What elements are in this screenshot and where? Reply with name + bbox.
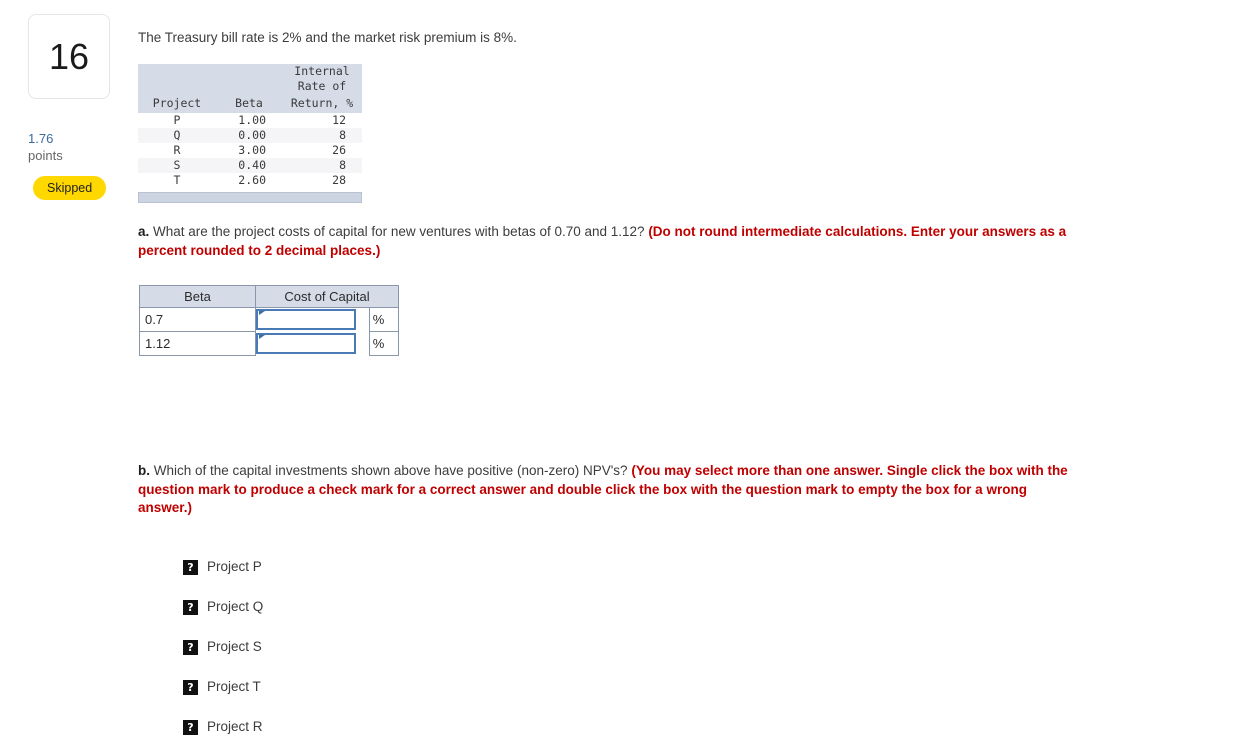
cost-of-capital-input-2[interactable] [256,333,356,354]
coc-percent-symbol: % [368,307,400,332]
cell-project: R [173,143,181,157]
table-row: P 1.00 12 [138,113,362,128]
project-data-table-head: Internal Rate of Project Beta Return, % [138,64,362,113]
header-spacer-4 [216,79,282,94]
list-item[interactable]: ? Project P [183,553,413,581]
question-sidebar: 16 1.76 points Skipped [0,0,130,755]
cell-irr: 26 [332,143,346,157]
coc-input-cell [255,307,370,332]
header-spacer-2 [216,64,282,79]
cell-beta: 1.00 [238,113,266,127]
table-row: T 2.60 28 [138,173,362,188]
question-a-body: What are the project costs of capital fo… [149,224,649,239]
cell-irr: 28 [332,173,346,187]
cell-project: T [173,173,181,187]
question-mark-icon[interactable]: ? [183,719,198,735]
points-value: 1.76 [28,131,54,146]
question-mark-icon[interactable]: ? [183,679,198,695]
header-beta: Beta [216,94,282,113]
header-irr-line3: Return, % [282,94,362,113]
option-label: Project R [207,719,263,734]
header-irr-line2: Rate of [282,79,362,94]
cell-beta: 0.00 [216,128,282,143]
header-irr-line1: Internal [282,64,362,79]
coc-beta-value: 1.12 [139,331,256,356]
question-b-label: b. [138,463,150,478]
option-label: Project T [207,679,261,694]
list-item[interactable]: ? Project Q [183,593,413,621]
option-label: Project S [207,639,262,654]
cell-beta: 0.40 [216,158,282,173]
question-a-text: a. What are the project costs of capital… [138,223,1083,260]
table-footer-bar [138,192,362,203]
project-options-list: ? Project P ? Project Q ? Project S ? Pr… [183,553,413,753]
points-label: points [28,148,63,163]
question-a-label: a. [138,224,150,239]
header-spacer-3 [138,79,216,94]
cost-of-capital-input-1[interactable] [256,309,356,331]
header-project: Project [138,94,216,113]
table-row: 0.7 % [139,307,400,332]
table-row: S 0.40 8 [138,158,362,173]
coc-input-cell [255,331,370,356]
list-item[interactable]: ? Project T [183,673,413,701]
option-label: Project P [207,559,262,574]
cell-irr: 8 [282,128,362,143]
coc-beta-value: 0.7 [139,307,256,332]
cell-project: S [138,158,216,173]
cell-irr: 12 [332,113,346,127]
cell-project: P [173,113,181,127]
table-row: Q 0.00 8 [138,128,362,143]
coc-header-cost-of-capital: Cost of Capital [255,285,399,308]
cost-of-capital-table-body: 0.7 % 1.12 % [139,307,400,356]
cost-of-capital-table-head: Beta Cost of Capital [139,285,399,308]
question-b-text: b. Which of the capital investments show… [138,462,1083,518]
intro-text: The Treasury bill rate is 2% and the mar… [138,30,517,45]
table-row: 1.12 % [139,331,400,356]
question-mark-icon[interactable]: ? [183,639,198,655]
table-row: R 3.00 26 [138,143,362,158]
project-data-table-body: P 1.00 12 Q 0.00 8 R 3.00 26 S 0.40 8 T … [138,113,362,188]
cost-of-capital-table: Beta Cost of Capital 0.7 % 1.12 % [139,285,400,356]
question-number: 16 [48,35,90,77]
coc-percent-symbol: % [368,331,400,356]
list-item[interactable]: ? Project S [183,633,413,661]
header-spacer-1 [138,64,216,79]
question-b-body: Which of the capital investments shown a… [150,463,632,478]
question-mark-icon[interactable]: ? [183,599,198,615]
cell-beta: 2.60 [238,173,266,187]
question-mark-icon[interactable]: ? [183,559,198,575]
question-number-card: 16 [28,14,110,99]
project-data-table: Internal Rate of Project Beta Return, % … [138,64,362,188]
list-item[interactable]: ? Project R [183,713,413,741]
option-label: Project Q [207,599,264,614]
cell-project: Q [138,128,216,143]
cell-irr: 8 [282,158,362,173]
project-data-table-wrapper: Internal Rate of Project Beta Return, % … [138,64,362,203]
cell-beta: 3.00 [238,143,266,157]
coc-header-beta: Beta [139,285,256,308]
status-badge: Skipped [33,176,107,200]
